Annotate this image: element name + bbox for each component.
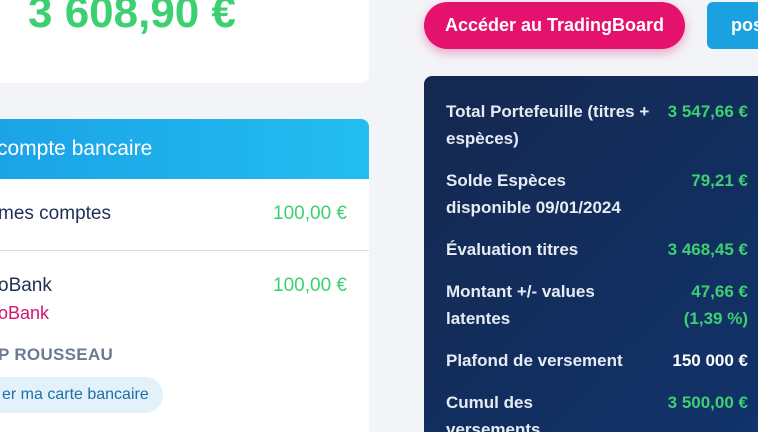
balance-amount: 3 608,90 € (28, 0, 236, 37)
portfolio-summary-panel: Total Portefeuille (titres + espèces) 3 … (424, 76, 758, 432)
summary-value: 3 547,66 € (667, 102, 748, 121)
summary-value: 150 000 € (672, 351, 748, 370)
gains-amount: 47,66 € (691, 282, 748, 301)
account-holder: P ROUSSEAU (0, 345, 114, 364)
my-accounts-label: mes comptes (0, 203, 111, 224)
gains-percent: (1,39 %) (683, 309, 748, 328)
summary-value: 79,21 € (691, 171, 748, 190)
balance-card: 3 608,90 € (0, 0, 369, 83)
bank-subtitle: oBank (0, 303, 50, 323)
bank-name: oBank (0, 275, 52, 296)
summary-label: Évaluation titres (446, 240, 579, 259)
bank-card-button[interactable]: er ma carte bancaire (0, 377, 163, 413)
summary-label: Solde Espèces disponible 09/01/2024 (446, 171, 621, 217)
summary-label: Total Portefeuille (titres + espèces) (446, 102, 650, 148)
tradingboard-button[interactable]: Accéder au TradingBoard (424, 2, 685, 49)
bank-card-title: compte bancaire (0, 137, 153, 160)
summary-label: Plafond de versement (446, 351, 623, 370)
my-accounts-amount: 100,00 € (273, 203, 347, 224)
summary-value: 3 468,45 € (667, 240, 748, 259)
summary-row-total: Total Portefeuille (titres + espèces) 3 … (446, 98, 748, 152)
summary-value: 3 500,00 € (667, 393, 748, 412)
bank-account-card: compte bancaire mes comptes 100,00 € oBa… (0, 119, 369, 432)
summary-row-ceiling: Plafond de versement 150 000 € (446, 347, 748, 374)
my-accounts-row[interactable]: mes comptes 100,00 € (0, 179, 369, 251)
summary-value: 47,66 € (1,39 %) (684, 278, 748, 332)
summary-row-securities: Évaluation titres 3 468,45 € (446, 236, 748, 263)
pos-button[interactable]: pos (707, 2, 758, 49)
bank-card-header: compte bancaire (0, 119, 369, 179)
summary-label: Montant +/- values latentes (446, 282, 595, 328)
bank-amount: 100,00 € (273, 275, 347, 296)
summary-row-deposits: Cumul des versements 3 500,00 € (446, 389, 748, 432)
summary-row-gains: Montant +/- values latentes 47,66 € (1,3… (446, 278, 748, 332)
summary-row-cash: Solde Espèces disponible 09/01/2024 79,2… (446, 167, 748, 221)
summary-label: Cumul des versements (446, 393, 541, 432)
